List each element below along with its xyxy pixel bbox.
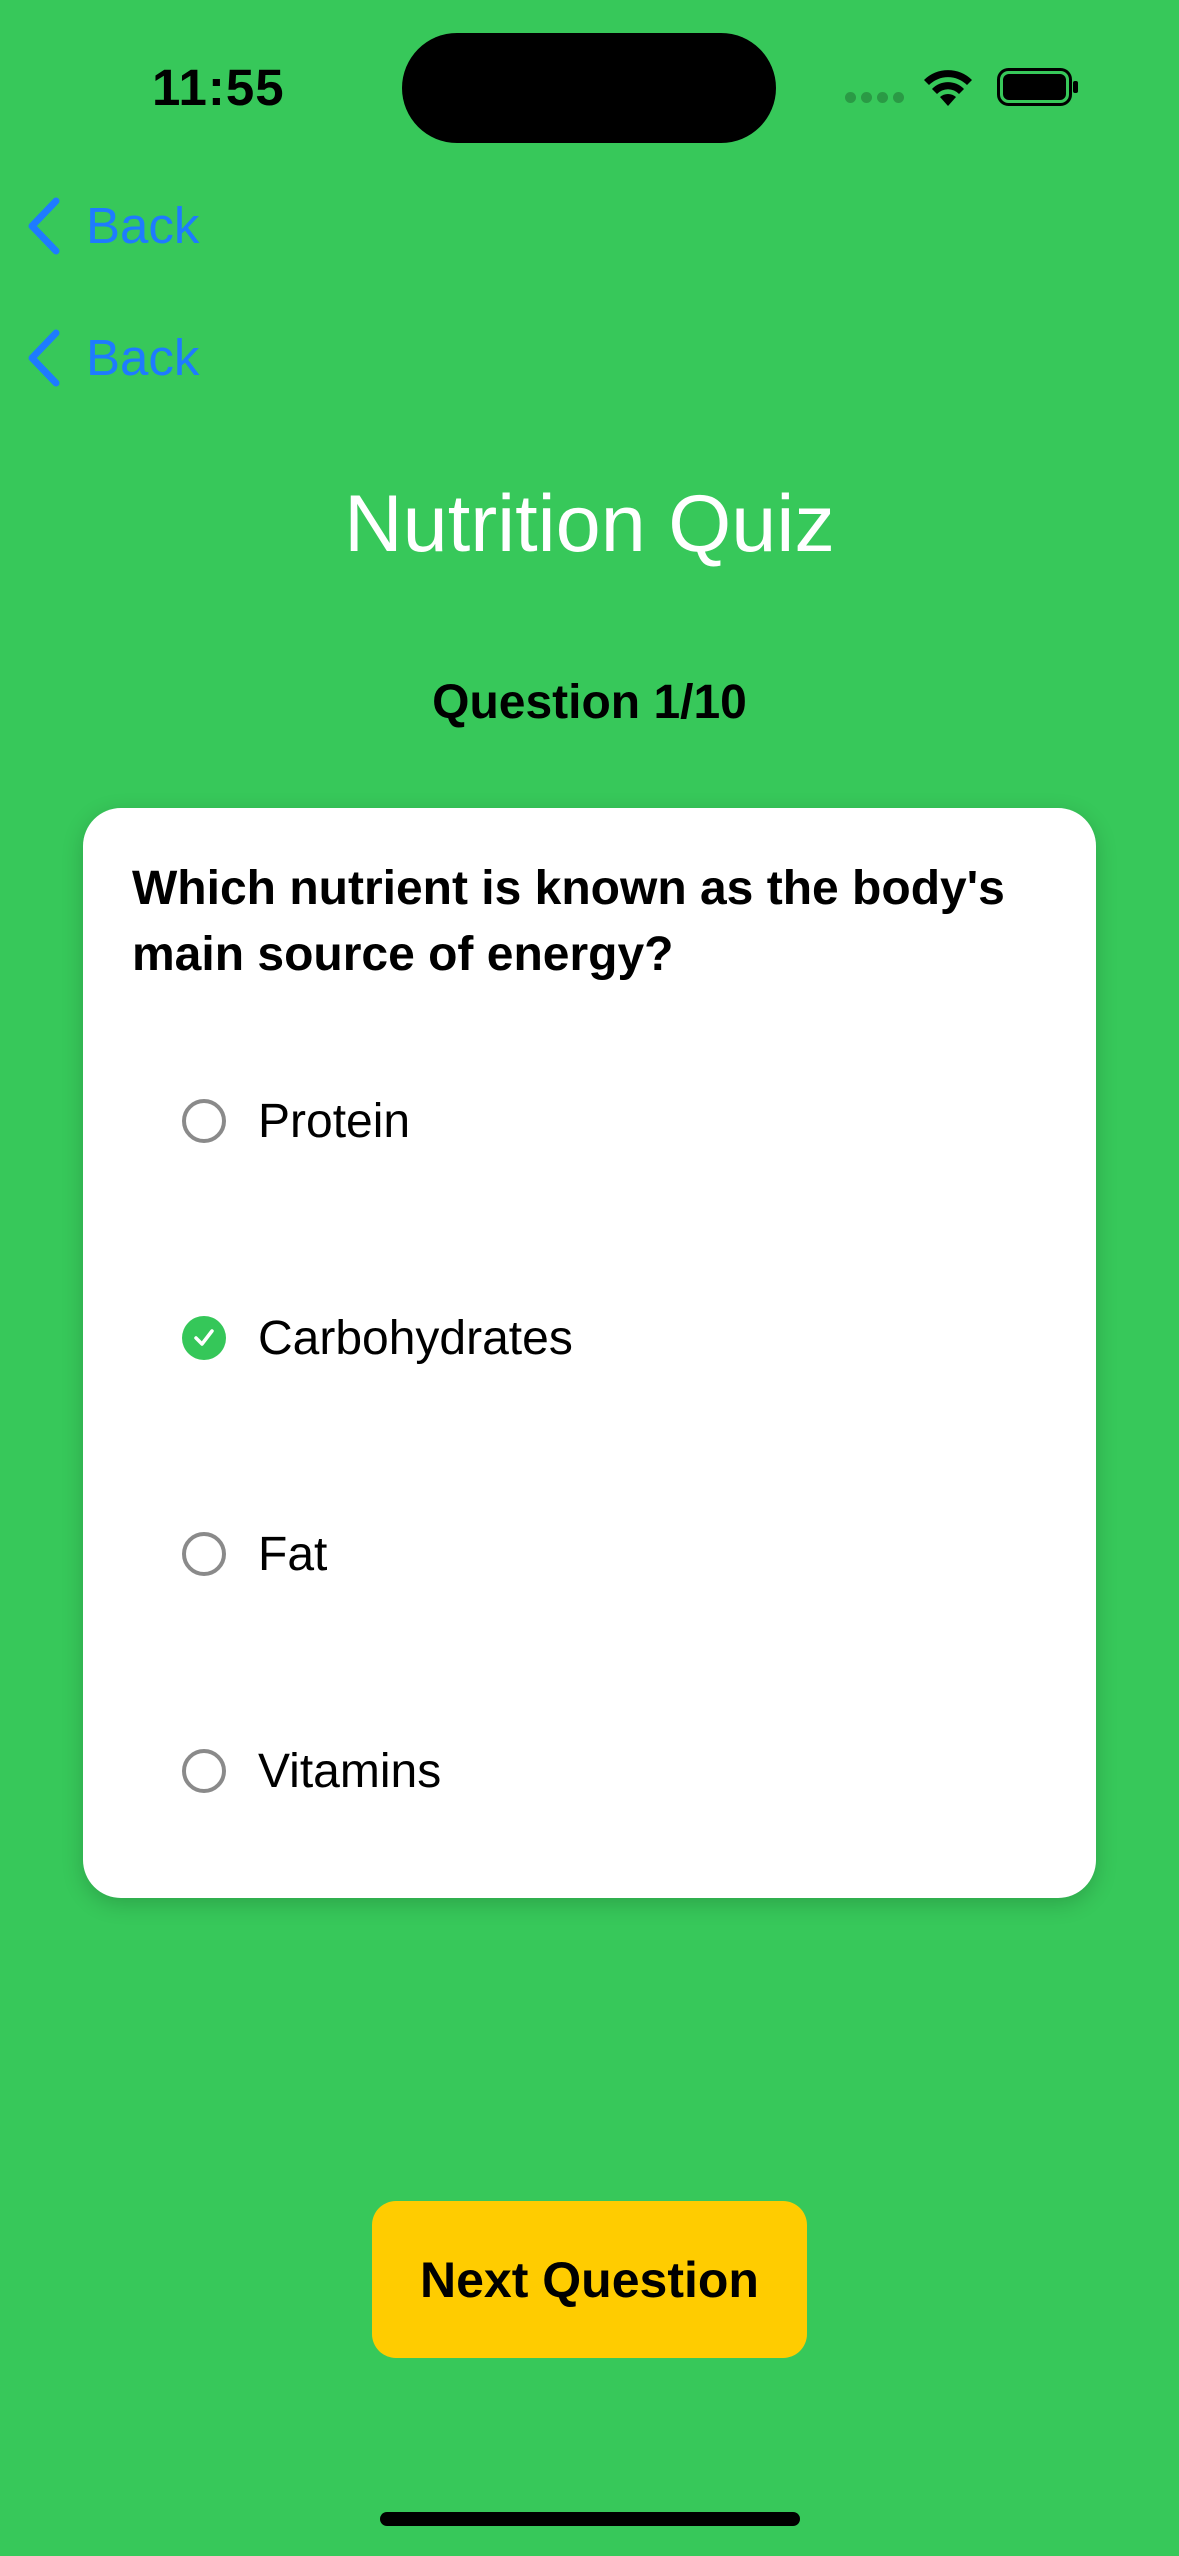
back-label: Back (86, 197, 200, 254)
next-question-button[interactable]: Next Question (372, 2201, 807, 2358)
checkmark-circle-icon (182, 1316, 226, 1360)
cellular-dots-icon (845, 92, 904, 103)
back-label: Back (86, 329, 200, 386)
answer-label: Fat (258, 1527, 328, 1581)
radio-unselected-icon (182, 1099, 226, 1143)
back-button[interactable]: Back (26, 196, 199, 255)
page-title: Nutrition Quiz (344, 479, 835, 569)
back-button[interactable]: Back (26, 328, 199, 387)
question-counter: Question 1/10 (432, 676, 747, 729)
dynamic-island (402, 33, 776, 143)
answer-option-vitamins[interactable]: Vitamins (182, 1731, 441, 1811)
home-indicator[interactable] (380, 2512, 800, 2526)
answer-option-fat[interactable]: Fat (182, 1514, 327, 1594)
status-time: 11:55 (152, 59, 285, 116)
radio-unselected-icon (182, 1749, 226, 1793)
question-card: Which nutrient is known as the body's ma… (83, 808, 1096, 1898)
answer-option-protein[interactable]: Protein (182, 1081, 410, 1161)
wifi-icon (924, 70, 972, 106)
answer-label: Vitamins (258, 1744, 442, 1798)
answer-label: Carbohydrates (258, 1311, 573, 1365)
answer-option-carbohydrates[interactable]: Carbohydrates (182, 1298, 573, 1378)
radio-unselected-icon (182, 1532, 226, 1576)
question-text: Which nutrient is known as the body's ma… (132, 862, 1005, 981)
battery-icon (997, 68, 1078, 106)
chevron-left-icon (28, 197, 60, 254)
answer-label: Protein (258, 1094, 411, 1148)
chevron-left-icon (28, 329, 60, 386)
